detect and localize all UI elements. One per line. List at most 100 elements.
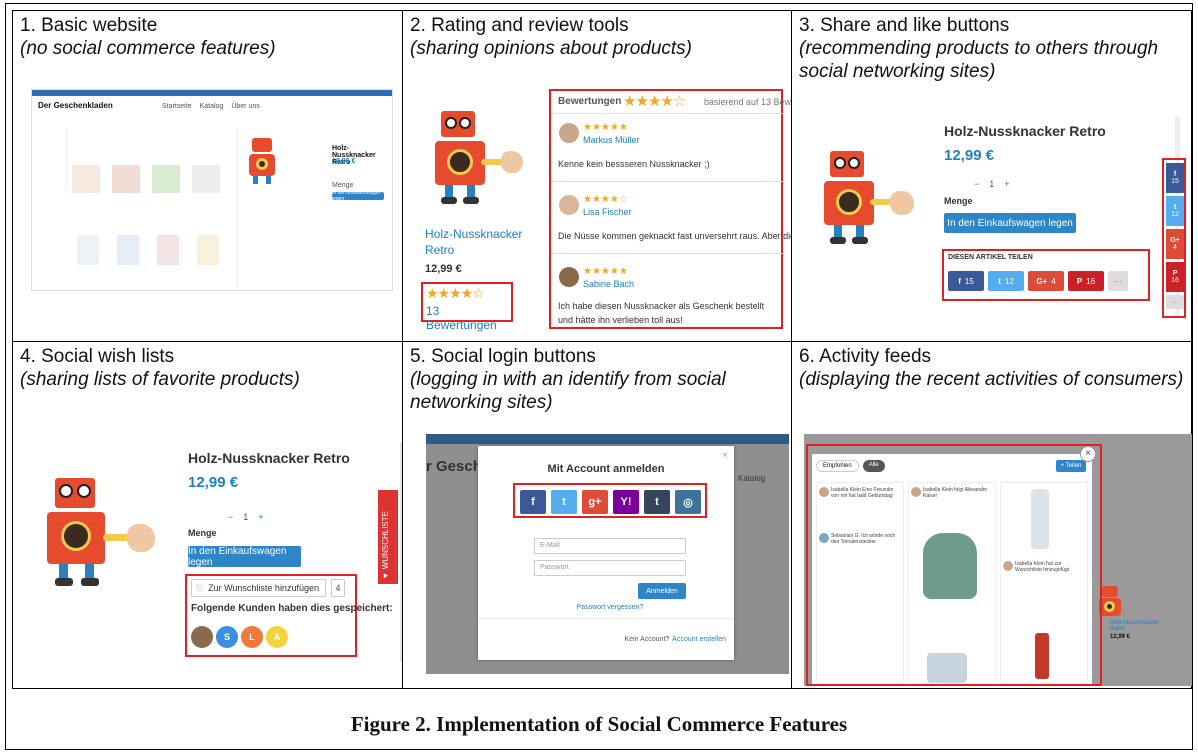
avatar[interactable] — [191, 626, 213, 648]
activity-feed-highlight — [806, 444, 1102, 686]
share-count: 12 — [1171, 211, 1179, 218]
more-share-button[interactable]: ··· — [1108, 271, 1128, 291]
product-title: Holz-Nussknacker Retro — [944, 123, 1106, 139]
social-login-button[interactable]: ◎ — [675, 490, 701, 514]
qty-stepper[interactable]: − 1 + — [228, 512, 264, 522]
share-count: 15 — [1171, 178, 1179, 185]
qty-plus[interactable]: + — [258, 512, 263, 522]
panel-caption: 1. Basic website (no social commerce fea… — [20, 14, 276, 60]
side-share-button[interactable]: G+ 4 — [1166, 229, 1184, 259]
side-share-button[interactable]: t 12 — [1166, 196, 1184, 226]
share-button[interactable]: G+ 4 — [1028, 271, 1064, 291]
share-bar-highlight: DIESEN ARTIKEL TEILEN f 15 t 12 G+ 4 P 16 ··· — [942, 249, 1150, 301]
create-account-row: Kein Account? Account erstellen — [625, 636, 726, 643]
panel-3: 3. Share and like buttons (recommending … — [792, 11, 1192, 341]
qty-label: Menge — [188, 528, 217, 538]
review-text: Ich habe diesen Nussknacker als Geschenk… — [558, 301, 765, 325]
nav: Startseite Katalog Über uns — [162, 103, 260, 110]
share-button[interactable]: t 12 — [988, 271, 1024, 291]
social-login-button[interactable]: Y! — [613, 490, 639, 514]
share-button[interactable]: P 16 — [1068, 271, 1104, 291]
bg-price: 12,99 € — [1110, 634, 1131, 640]
avatar[interactable]: A — [266, 626, 288, 648]
nav-item[interactable]: Startseite — [162, 103, 192, 110]
add-to-cart-button[interactable]: In den Einkaufswagen legen — [188, 546, 301, 568]
review-text: Die Nüsse kommen geknackt fast unversehr… — [558, 231, 791, 241]
social-icon: f — [1173, 171, 1177, 178]
social-login-button[interactable]: t — [551, 490, 577, 514]
panel-caption: 3. Share and like buttons (recommending … — [799, 14, 1192, 83]
social-login-button[interactable]: g+ — [582, 490, 608, 514]
share-button[interactable]: f 15 — [948, 271, 984, 291]
qty-minus[interactable]: − — [974, 179, 979, 189]
wishlist-count: 4 — [331, 579, 345, 597]
panel-title: 5. Social login buttons — [410, 346, 596, 367]
more-share-button[interactable]: ··· — [1166, 295, 1184, 309]
panel-6: 6. Activity feeds (displaying the recent… — [792, 342, 1192, 689]
social-icon: t — [562, 496, 566, 508]
social-icon: g+ — [588, 496, 602, 508]
panel-caption: 6. Activity feeds (displaying the recent… — [799, 345, 1183, 391]
wishlist-side-tab[interactable]: ♥ WUNSCHLISTE — [378, 490, 398, 584]
avatar — [559, 123, 579, 143]
avatar — [559, 267, 579, 287]
add-to-cart-button[interactable]: In den Einkaufswagen legen — [332, 190, 384, 202]
review-count-link[interactable]: 13 Bewertungen — [426, 304, 511, 332]
avatar[interactable]: S — [216, 626, 238, 648]
bg-product: Holz-Nussknacker Retro — [1110, 620, 1159, 632]
reviewer-name[interactable]: Lisa Fischer — [583, 207, 632, 217]
share-count: 15 — [964, 276, 974, 286]
share-count: 4 — [1173, 244, 1177, 251]
email-field[interactable]: E-Mail — [534, 538, 686, 554]
panel-subtitle: (sharing opinions about products) — [410, 38, 693, 59]
panel-caption: 2. Rating and review tools (sharing opin… — [410, 14, 692, 60]
nav-item[interactable]: Katalog — [200, 103, 224, 110]
social-login-buttons: f t g+ Y! t ◎ — [520, 490, 701, 514]
reviewer-name[interactable]: Markus Müller — [583, 135, 640, 145]
avatar[interactable]: L — [241, 626, 263, 648]
share-count: 16 — [1171, 277, 1179, 284]
create-account-link[interactable]: Account erstellen — [672, 636, 726, 643]
panel-5: 5. Social login buttons (logging in with… — [403, 342, 791, 689]
close-icon[interactable]: × — [722, 450, 728, 461]
product-price: 12,99 € — [944, 147, 995, 164]
product-title-link[interactable]: Holz-Nussknacker Retro — [425, 226, 535, 258]
saved-by-label: Folgende Kunden haben dies gespeichert: — [191, 603, 393, 614]
reviewer-name[interactable]: Sabine Bach — [583, 279, 634, 289]
side-share-highlight: f 15 t 12 G+ 4 P 16 ··· — [1162, 158, 1186, 318]
social-login-button[interactable]: t — [644, 490, 670, 514]
login-button[interactable]: Anmelden — [638, 583, 686, 599]
avatar — [559, 195, 579, 215]
panel-4: 4. Social wish lists (sharing lists of f… — [13, 342, 402, 689]
panel-title: 1. Basic website — [20, 15, 158, 36]
figure-caption: Figure 2. Implementation of Social Comme… — [350, 712, 848, 736]
wishlist-avatars: SLA — [191, 626, 288, 648]
qty-minus[interactable]: − — [228, 512, 233, 522]
side-tab-label: WUNSCHLISTE — [381, 511, 390, 570]
add-to-wishlist-button[interactable]: ♡ Zur Wunschliste hinzufügen — [191, 579, 326, 597]
qty-plus[interactable]: + — [1004, 179, 1009, 189]
qty-value: 1 — [243, 512, 249, 522]
forgot-password-link[interactable]: Passwort vergessen? — [478, 604, 742, 611]
review-stars: ★★★★★ — [583, 122, 628, 133]
social-login-button[interactable]: f — [520, 490, 546, 514]
figure-grid: 1. Basic website (no social commerce fea… — [12, 10, 1192, 689]
social-login-highlight: f t g+ Y! t ◎ — [513, 483, 707, 518]
panel-subtitle: (displaying the recent activities of con… — [799, 369, 1184, 390]
side-share-button[interactable]: f 15 — [1166, 163, 1184, 193]
password-field[interactable]: Passwort — [534, 560, 686, 576]
rating-highlight: ★★★★☆ 13 Bewertungen — [421, 282, 513, 332]
qty-value: 1 — [989, 179, 995, 189]
panel-subtitle: (sharing lists of favorite products) — [20, 369, 300, 390]
panel-title: 6. Activity feeds — [799, 346, 932, 367]
add-to-cart-button[interactable]: In den Einkaufswagen legen — [944, 213, 1076, 233]
social-icon: P — [1172, 270, 1178, 277]
side-share-button[interactable]: P 16 — [1166, 262, 1184, 292]
nav-item[interactable]: Über uns — [231, 103, 259, 110]
heart-icon: ♥ — [381, 573, 390, 578]
qty-label: Menge — [944, 196, 973, 206]
product-title: Holz-Nussknacker Retro — [188, 450, 350, 466]
review-stars: ★★★★☆ — [583, 194, 628, 205]
panel-title: 2. Rating and review tools — [410, 15, 629, 36]
qty-stepper[interactable]: − 1 + — [974, 179, 1010, 189]
